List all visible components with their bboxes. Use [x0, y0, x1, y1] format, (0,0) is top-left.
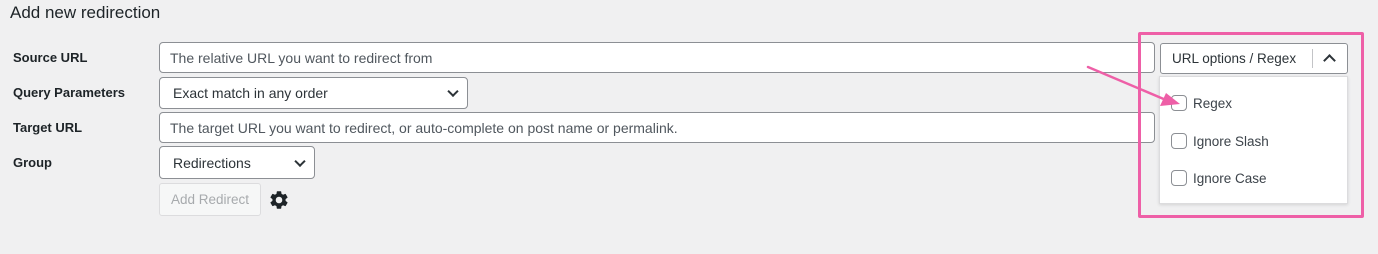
target-url-input[interactable]: The target URL you want to redirect, or … — [159, 112, 1155, 143]
group-label: Group — [13, 155, 52, 170]
target-url-label: Target URL — [13, 120, 83, 135]
source-url-label: Source URL — [13, 50, 88, 65]
highlight-box — [1138, 32, 1364, 218]
chevron-down-icon — [294, 155, 306, 167]
source-url-input[interactable]: The relative URL you want to redirect fr… — [159, 42, 1155, 73]
page-title: Add new redirection — [10, 3, 161, 22]
source-url-placeholder: The relative URL you want to redirect fr… — [170, 49, 433, 66]
group-value: Redirections — [173, 154, 251, 171]
query-parameters-value: Exact match in any order — [173, 85, 328, 101]
gear-icon[interactable] — [268, 189, 290, 211]
query-parameters-select[interactable]: Exact match in any order — [159, 77, 468, 109]
group-select[interactable]: Redirections — [159, 146, 315, 179]
target-url-placeholder: The target URL you want to redirect, or … — [170, 119, 678, 136]
chevron-down-icon — [447, 85, 459, 98]
add-redirect-button[interactable]: Add Redirect — [159, 183, 261, 216]
query-parameters-label: Query Parameters — [13, 85, 126, 100]
